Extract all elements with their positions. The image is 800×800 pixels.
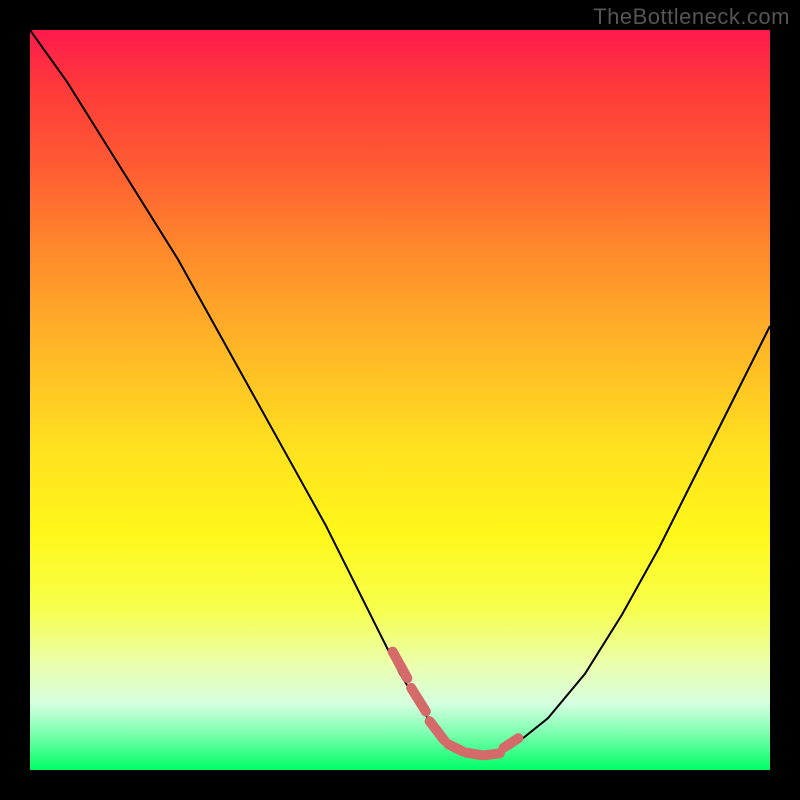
highlight-dash <box>393 652 408 679</box>
highlight-zone <box>393 652 519 756</box>
watermark-label: TheBottleneck.com <box>593 4 790 30</box>
highlight-dash <box>448 744 463 751</box>
curve-svg <box>30 30 770 770</box>
highlight-dash <box>504 738 519 748</box>
highlight-dash <box>485 753 500 755</box>
highlight-dash <box>430 721 445 740</box>
highlight-dash <box>467 753 482 755</box>
plot-area <box>30 30 770 770</box>
chart-frame: TheBottleneck.com <box>0 0 800 800</box>
bottleneck-curve <box>30 30 770 755</box>
highlight-dash <box>411 688 426 712</box>
